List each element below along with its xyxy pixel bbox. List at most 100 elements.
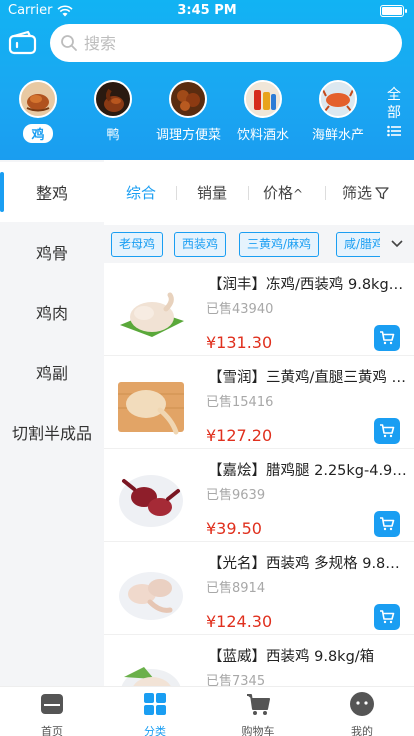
product-name: 【蓝威】西装鸡 9.8kg/箱	[208, 649, 375, 665]
sort-bar: 综合 销量 价格^ 筛选	[104, 170, 414, 214]
search-icon	[61, 35, 77, 51]
product-list: 【润丰】冻鸡/西装鸡 9.8kg/箱 已售43940 ¥131.30 【雪润】三…	[104, 263, 414, 686]
product-price: ¥131.30	[206, 333, 273, 352]
add-to-cart-button[interactable]	[374, 325, 400, 351]
all-categories-button[interactable]: 全 部	[384, 86, 404, 142]
tag-three-yellow-chicken[interactable]: 三黄鸡/麻鸡	[239, 232, 320, 257]
tab-category[interactable]: 分类	[115, 691, 195, 736]
category-drinks[interactable]: 饮料酒水	[236, 80, 290, 143]
add-to-cart-button[interactable]	[374, 511, 400, 537]
product-item[interactable]: 【光名】西装鸡 多规格 9.8kg/箱 已售8914 ¥124.30	[104, 542, 414, 635]
home-icon	[41, 694, 63, 714]
filter-button[interactable]: 筛选	[342, 182, 389, 203]
divider	[176, 186, 177, 200]
status-bar: Carrier 3:45 PM	[0, 0, 414, 22]
tab-home[interactable]: 首页	[12, 691, 92, 736]
sidebar-item-chicken-offal[interactable]: 鸡副	[0, 342, 104, 402]
tag-western-chicken[interactable]: 西装鸡	[174, 232, 227, 257]
sidebar-item-label: 鸡骨	[35, 244, 68, 263]
sidebar-item-label: 鸡肉	[35, 304, 68, 323]
product-name: 【嘉烩】腊鸡腿 2.25kg-4.9kg/箱	[208, 463, 408, 479]
filter-label: 筛选	[342, 184, 373, 202]
status-time: 3:45 PM	[177, 3, 237, 18]
profile-icon	[350, 692, 374, 716]
tab-cart[interactable]: 购物车	[218, 691, 298, 736]
sort-price-label: 价格	[263, 184, 294, 202]
sidebar-item-chicken-bone[interactable]: 鸡骨	[0, 222, 104, 282]
sidebar-item-semi-finished[interactable]: 切割半成品	[0, 402, 104, 462]
sidebar-item-label: 切割半成品	[11, 424, 92, 443]
category-seafood[interactable]: 海鲜水产	[311, 80, 365, 143]
seafood-photo-icon	[319, 80, 357, 118]
product-price: ¥127.20	[206, 426, 273, 445]
tab-label: 购物车	[241, 725, 275, 736]
subcategory-sidebar: 整鸡 鸡骨 鸡肉 鸡副 切割半成品	[0, 160, 104, 686]
search-box[interactable]	[50, 24, 402, 62]
wallet-icon[interactable]	[8, 30, 38, 56]
chicken-photo-icon	[19, 80, 57, 118]
product-image	[114, 461, 188, 535]
category-label: 海鲜水产	[311, 128, 364, 143]
app-screen: Carrier 3:45 PM 搜索 鸡 鸭 调理方便菜 饮料酒水 海鲜水产 全…	[0, 0, 414, 736]
product-name: 【润丰】冻鸡/西装鸡 9.8kg/箱	[208, 277, 408, 293]
sort-price[interactable]: 价格^	[263, 182, 303, 203]
cart-icon	[380, 517, 395, 531]
product-item[interactable]: 【蓝威】西装鸡 9.8kg/箱 已售7345	[104, 635, 414, 686]
filter-icon	[375, 186, 389, 199]
sidebar-item-whole-chicken[interactable]: 整鸡	[0, 162, 104, 222]
product-image	[114, 275, 188, 349]
add-to-cart-button[interactable]	[374, 604, 400, 630]
product-image	[114, 647, 188, 686]
add-to-cart-button[interactable]	[374, 418, 400, 444]
all-label-line2: 部	[387, 105, 401, 121]
sidebar-item-chicken-meat[interactable]: 鸡肉	[0, 282, 104, 342]
list-icon	[387, 125, 401, 137]
drinks-photo-icon	[244, 80, 282, 118]
chevron-down-icon	[391, 240, 403, 248]
product-item[interactable]: 【雪润】三黄鸡/直腿三黄鸡 6.5kg/箱 已售15416 ¥127.20	[104, 356, 414, 449]
category-label: 鸭	[106, 128, 120, 143]
tab-profile[interactable]: 我的	[322, 691, 402, 736]
product-price: ¥39.50	[206, 519, 262, 538]
product-image	[114, 368, 188, 442]
product-name: 【光名】西装鸡 多规格 9.8kg/箱	[208, 556, 408, 572]
search-input[interactable]	[84, 33, 364, 53]
tab-label: 分类	[144, 725, 166, 736]
category-duck[interactable]: 鸭	[93, 80, 133, 143]
battery-icon	[380, 5, 407, 17]
product-item[interactable]: 【润丰】冻鸡/西装鸡 9.8kg/箱 已售43940 ¥131.30	[104, 263, 414, 356]
sidebar-item-label: 鸡副	[35, 364, 68, 383]
cart-icon	[380, 610, 395, 624]
sidebar-item-label: 整鸡	[35, 184, 68, 203]
expand-tags-button[interactable]	[380, 225, 414, 263]
product-item[interactable]: 【嘉烩】腊鸡腿 2.25kg-4.9kg/箱 已售9639 ¥39.50	[104, 449, 414, 542]
sort-sales[interactable]: 销量	[197, 182, 227, 203]
bottom-tab-bar: 首页 分类 购物车 我的	[0, 686, 414, 736]
category-chicken[interactable]: 鸡	[18, 80, 58, 143]
product-sold-count: 已售9639	[206, 488, 266, 503]
cart-icon	[380, 331, 395, 345]
category-label: 鸡	[23, 124, 53, 143]
product-sold-count: 已售8914	[206, 581, 266, 596]
tag-filter-row: 老母鸡 西装鸡 三黄鸡/麻鸡 咸/腊鸡	[104, 225, 414, 263]
tag-old-hen[interactable]: 老母鸡	[111, 232, 164, 257]
header: Carrier 3:45 PM 搜索 鸡 鸭 调理方便菜 饮料酒水 海鲜水产 全…	[0, 0, 414, 160]
category-label: 饮料酒水	[236, 128, 289, 143]
category-strip: 鸡 鸭 调理方便菜 饮料酒水 海鲜水产 全 部	[0, 80, 414, 146]
sort-up-icon: ^	[293, 187, 304, 201]
product-sold-count: 已售7345	[206, 674, 266, 686]
sort-comprehensive[interactable]: 综合	[126, 182, 156, 203]
tab-label: 我的	[351, 725, 373, 736]
category-label: 调理方便菜	[156, 128, 222, 143]
tab-label: 首页	[41, 725, 63, 736]
divider	[248, 186, 249, 200]
divider	[325, 186, 326, 200]
category-icon	[144, 693, 166, 715]
category-prepared-food[interactable]: 调理方便菜	[156, 80, 222, 143]
cart-icon	[380, 424, 395, 438]
duck-photo-icon	[94, 80, 132, 118]
product-name: 【雪润】三黄鸡/直腿三黄鸡 6.5kg/箱	[208, 370, 408, 386]
prepared-food-photo-icon	[169, 80, 207, 118]
product-image	[114, 554, 188, 628]
product-price: ¥124.30	[206, 612, 273, 631]
